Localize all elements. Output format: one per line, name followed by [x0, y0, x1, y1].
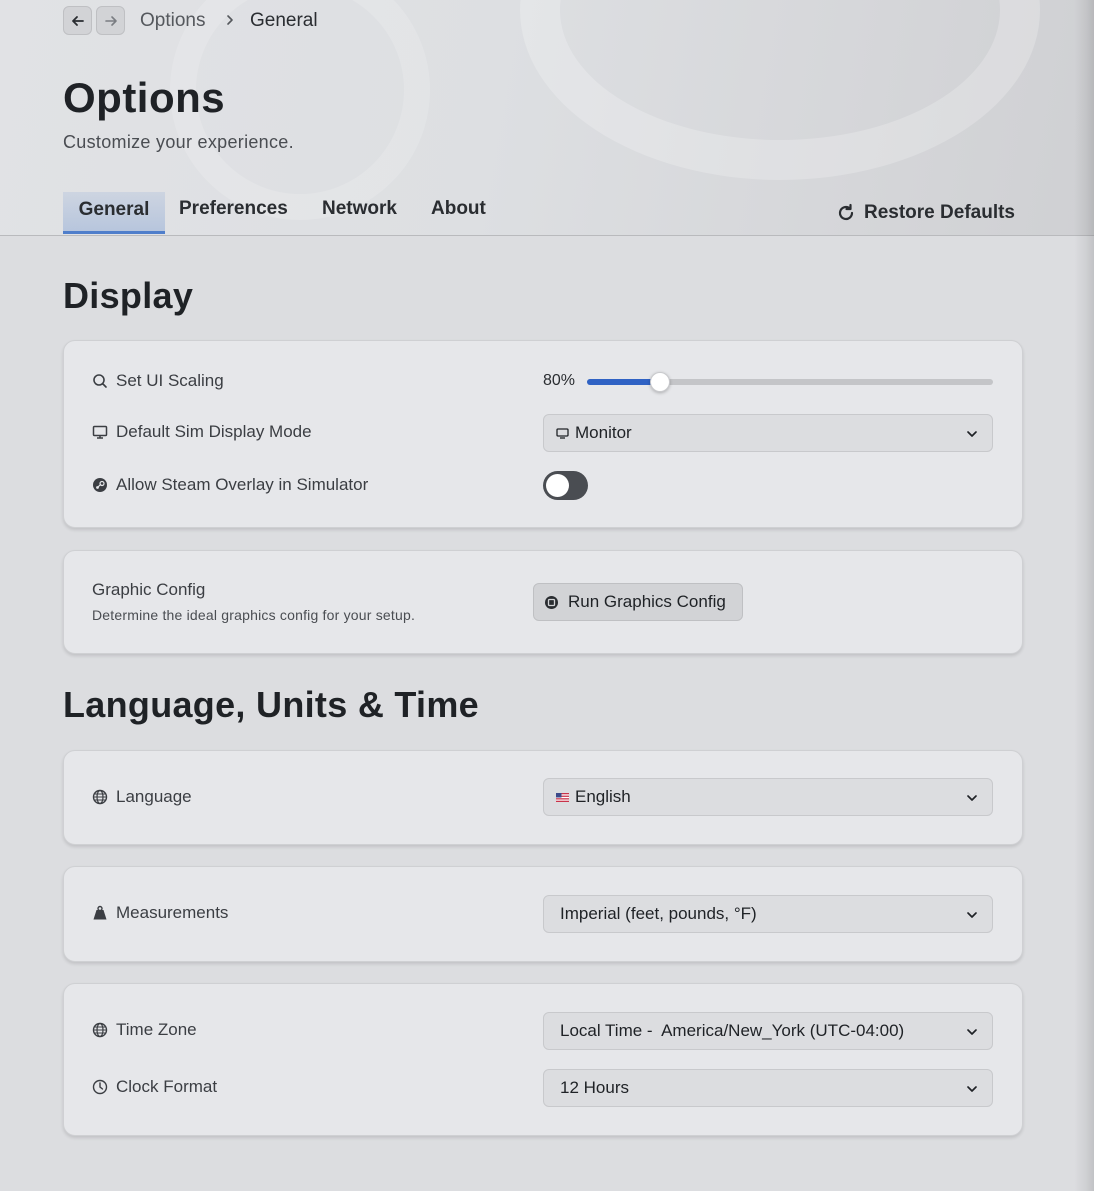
sim-display-mode-label: Default Sim Display Mode	[92, 422, 312, 442]
measurements-label: Measurements	[92, 903, 228, 923]
tab-general[interactable]: General	[63, 192, 165, 234]
window-edge-shadow	[1074, 0, 1094, 1191]
arrow-right-icon	[104, 15, 117, 26]
time-zone-select[interactable]: Local Time - America/New_York (UTC-04:00…	[543, 1012, 993, 1050]
language-value: English	[575, 787, 631, 806]
steam-icon	[93, 478, 107, 492]
refresh-icon	[838, 203, 854, 221]
sim-display-mode-value: Monitor	[575, 423, 632, 442]
clock-format-value: 12 Hours	[560, 1078, 629, 1097]
clock-icon	[92, 1079, 108, 1095]
weight-icon	[93, 905, 107, 920]
time-zone-label: Time Zone	[92, 1020, 197, 1040]
ui-scaling-label: Set UI Scaling	[92, 371, 224, 391]
measurements-value: Imperial (feet, pounds, °F)	[560, 904, 757, 923]
chevron-down-icon	[967, 1029, 977, 1035]
breadcrumb-parent[interactable]: Options	[140, 10, 205, 32]
monitor-icon	[556, 427, 569, 439]
time-card	[63, 983, 1023, 1136]
steam-overlay-label: Allow Steam Overlay in Simulator	[92, 475, 368, 495]
monitor-icon	[92, 425, 108, 439]
forward-button[interactable]	[96, 6, 125, 35]
section-title-display: Display	[63, 275, 194, 316]
page-subtitle: Customize your experience.	[63, 132, 294, 152]
language-label: Language	[92, 787, 192, 807]
search-icon	[93, 374, 107, 388]
chevron-down-icon	[967, 431, 977, 437]
steam-overlay-toggle[interactable]	[543, 471, 588, 500]
sim-display-mode-select[interactable]: Monitor	[543, 414, 993, 452]
tab-network[interactable]: Network	[322, 198, 397, 220]
run-graphics-config-button[interactable]: Run Graphics Config	[533, 583, 743, 621]
section-title-language: Language, Units & Time	[63, 684, 479, 725]
chevron-down-icon	[967, 912, 977, 918]
clock-format-label: Clock Format	[92, 1077, 217, 1097]
tab-about[interactable]: About	[431, 198, 486, 220]
chevron-right-icon	[227, 15, 233, 25]
ui-scaling-slider-thumb[interactable]	[650, 372, 671, 392]
clock-format-select[interactable]: 12 Hours	[543, 1069, 993, 1107]
tabs-divider	[0, 235, 1094, 236]
us-flag-icon	[556, 792, 569, 802]
chevron-down-icon	[967, 795, 977, 801]
tab-preferences[interactable]: Preferences	[179, 198, 288, 220]
arrow-left-icon	[71, 15, 84, 26]
measurements-select[interactable]: Imperial (feet, pounds, °F)	[543, 895, 993, 933]
graphics-config-description: Determine the ideal graphics config for …	[92, 607, 416, 623]
run-graphics-config-label: Run Graphics Config	[568, 592, 726, 611]
back-button[interactable]	[63, 6, 92, 35]
language-select[interactable]: English	[543, 778, 993, 816]
header-decoration	[520, 0, 1040, 180]
globe-icon	[92, 789, 108, 805]
chip-icon	[545, 595, 558, 609]
time-zone-value: Local Time - America/New_York (UTC-04:00…	[560, 1021, 905, 1040]
page-title: Options	[63, 74, 226, 121]
restore-defaults-button[interactable]: Restore Defaults	[836, 202, 1015, 224]
globe-icon	[92, 1022, 108, 1038]
chevron-down-icon	[967, 1086, 977, 1092]
ui-scaling-value: 80%	[543, 372, 576, 389]
toggle-knob	[546, 474, 569, 497]
restore-defaults-label: Restore Defaults	[864, 202, 1015, 223]
graphics-config-title: Graphic Config	[92, 580, 206, 599]
breadcrumb-current: General	[250, 10, 318, 31]
